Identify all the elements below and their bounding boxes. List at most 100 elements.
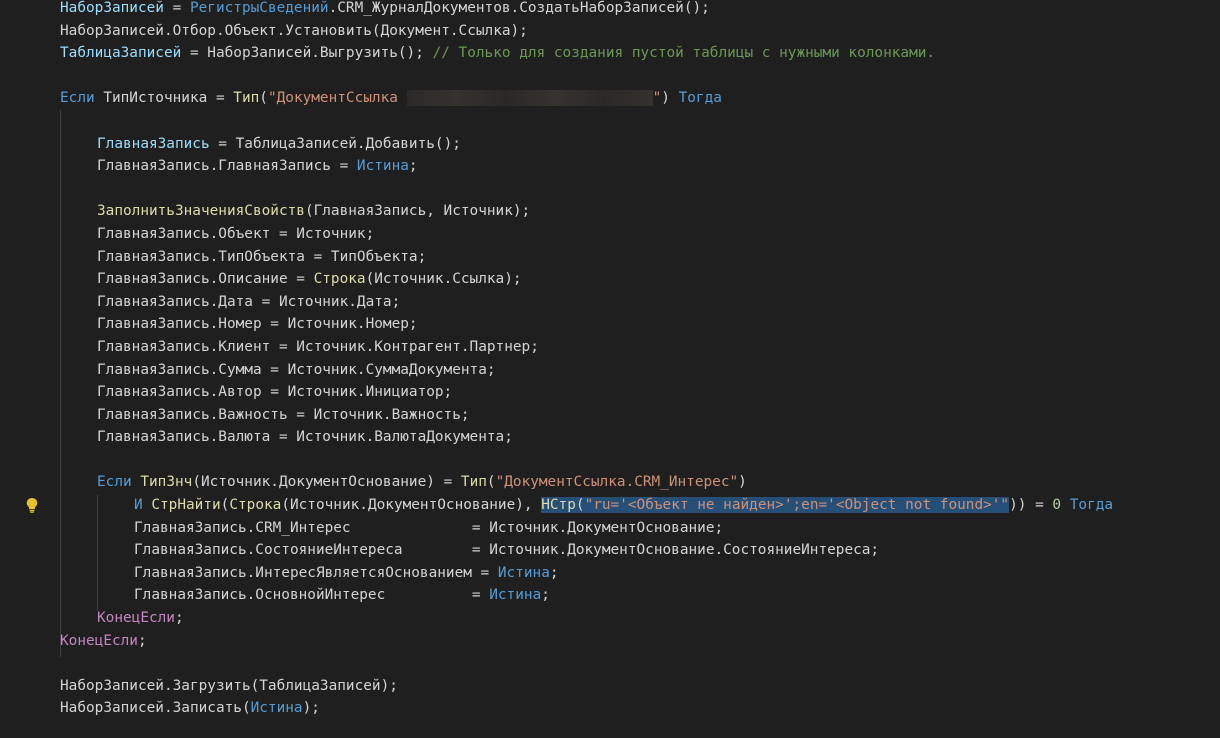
code-token: ГлавнаяЗапись.ОсновнойИнтерес =: [134, 587, 490, 604]
code-token: ГлавнаяЗапись.Автор = Источник.Инициатор…: [97, 384, 453, 401]
code-token: ГлавнаяЗапись.Клиент = Источник.Контраге…: [97, 338, 539, 355]
code-line[interactable]: ГлавнаяЗапись.ИнтересЯвляетсяОснованием …: [60, 562, 1220, 585]
code-token: ГлавнаяЗапись.Номер = Источник.Номер;: [97, 316, 418, 333]
code-line[interactable]: ГлавнаяЗапись.ГлавнаяЗапись = Истина;: [60, 155, 1220, 178]
code-token: ГлавнаяЗапись.СостояниеИнтереса = Источн…: [134, 542, 880, 559]
code-editor[interactable]: НаборЗаписей = РегистрыСведений.CRM_Журн…: [0, 0, 1220, 738]
code-token: =: [163, 0, 190, 16]
code-token: НаборЗаписей: [60, 0, 164, 16]
code-line[interactable]: [60, 65, 1220, 88]
code-token: ): [738, 474, 747, 491]
code-token: И: [134, 497, 143, 514]
code-line[interactable]: ГлавнаяЗапись.Сумма = Источник.СуммаДоку…: [60, 359, 1220, 382]
code-token: (: [259, 90, 268, 107]
code-line[interactable]: ГлавнаяЗапись.ТипОбъекта = ТипОбъекта;: [60, 246, 1220, 269]
code-token: ГлавнаяЗапись.ТипОбъекта = ТипОбъекта;: [97, 248, 427, 265]
code-token: ТипИсточника =: [94, 90, 234, 107]
code-token: );: [302, 700, 320, 717]
selected-token: "ru='<Объект не найден>';en='<Object not…: [584, 497, 1010, 514]
code-line[interactable]: ГлавнаяЗапись.Важность = Источник.Важнос…: [60, 404, 1220, 427]
code-line[interactable]: ГлавнаяЗапись.Клиент = Источник.Контраге…: [60, 336, 1220, 359]
code-line[interactable]: Если ТипИсточника = Тип("ДокументСсылка …: [60, 87, 1220, 110]
code-token: = ТаблицаЗаписей.Добавить();: [209, 135, 461, 152]
code-line[interactable]: ГлавнаяЗапись.Дата = Источник.Дата;: [60, 291, 1220, 314]
code-token: "ДокументСсылка: [267, 90, 407, 107]
code-token: ;: [541, 587, 550, 604]
code-token: НаборЗаписей.Отбор.Объект.Установить(Док…: [60, 22, 528, 39]
code-token: (Источник.ДокументОснование),: [281, 497, 542, 514]
code-token: ): [661, 90, 679, 107]
code-token: ЗаполнитьЗначенияСвойств: [97, 203, 305, 220]
code-token: )) =: [1009, 497, 1053, 514]
code-token: ГлавнаяЗапись.Объект = Источник;: [97, 225, 375, 242]
code-line[interactable]: [60, 449, 1220, 472]
code-area[interactable]: НаборЗаписей = РегистрыСведений.CRM_Журн…: [60, 0, 1220, 720]
code-token: (Источник.ДокументОснование) =: [192, 474, 461, 491]
code-line[interactable]: НаборЗаписей.Записать(Истина);: [60, 697, 1220, 720]
code-token: СтрНайти: [151, 497, 221, 514]
code-token: Истина: [489, 587, 542, 604]
code-token: Если: [97, 474, 132, 491]
code-token: (: [486, 474, 496, 491]
code-token: Истина: [250, 700, 303, 717]
code-token: ГлавнаяЗапись.ИнтересЯвляетсяОснованием …: [134, 564, 498, 581]
code-token: ;: [137, 632, 147, 649]
code-token: ГлавнаяЗапись.Важность = Источник.Важнос…: [97, 406, 470, 423]
code-token: Строка: [229, 497, 282, 514]
code-token: ;: [408, 158, 418, 175]
code-token: ;: [174, 610, 184, 627]
code-line[interactable]: КонецЕсли;: [60, 630, 1220, 653]
code-line[interactable]: [60, 110, 1220, 133]
code-line[interactable]: ГлавнаяЗапись.Валюта = Источник.ВалютаДо…: [60, 426, 1220, 449]
selected-token: (: [575, 497, 585, 514]
code-token: ;: [549, 564, 559, 581]
code-line[interactable]: ТаблицаЗаписей = НаборЗаписей.Выгрузить(…: [60, 42, 1220, 65]
selected-token: НСтр: [541, 497, 576, 514]
code-token: Тип: [233, 90, 260, 107]
code-token: НаборЗаписей.Загрузить(ТаблицаЗаписей);: [60, 677, 398, 694]
redacted-text: [406, 90, 653, 107]
code-token: ТаблицаЗаписей: [60, 45, 182, 62]
code-token: ГлавнаяЗапись.ГлавнаяЗапись =: [97, 158, 357, 175]
code-token: КонецЕсли: [60, 632, 138, 649]
code-token: Истина: [356, 158, 409, 175]
code-line[interactable]: ЗаполнитьЗначенияСвойств(ГлавнаяЗапись, …: [60, 200, 1220, 223]
code-token: ГлавнаяЗапись.CRM_Интерес = Источник.Док…: [134, 519, 724, 536]
code-token: ГлавнаяЗапись.Описание =: [97, 271, 314, 288]
code-token: Строка: [313, 271, 366, 288]
code-token: Тогда: [1069, 497, 1114, 514]
code-token: ГлавнаяЗапись.Валюта = Источник.ВалютаДо…: [97, 429, 513, 446]
code-token: = НаборЗаписей.Выгрузить();: [181, 45, 433, 62]
code-line[interactable]: ГлавнаяЗапись.Номер = Источник.Номер;: [60, 313, 1220, 336]
code-line[interactable]: [60, 178, 1220, 201]
code-token: Если: [60, 90, 95, 107]
code-token: .CRM_ЖурналДокументов.СоздатьНаборЗаписе…: [328, 0, 710, 16]
code-line[interactable]: НаборЗаписей.Отбор.Объект.Установить(Док…: [60, 20, 1220, 43]
code-line[interactable]: ГлавнаяЗапись = ТаблицаЗаписей.Добавить(…: [60, 133, 1220, 156]
code-line[interactable]: КонецЕсли;: [60, 607, 1220, 630]
code-line[interactable]: ГлавнаяЗапись.Автор = Источник.Инициатор…: [60, 381, 1220, 404]
code-line[interactable]: ГлавнаяЗапись.CRM_Интерес = Источник.Док…: [60, 517, 1220, 540]
lightbulb-icon[interactable]: [25, 497, 39, 513]
code-token: ГлавнаяЗапись.Сумма = Источник.СуммаДоку…: [97, 361, 496, 378]
code-line[interactable]: [60, 652, 1220, 675]
code-token: ГлавнаяЗапись.Дата = Источник.Дата;: [97, 293, 401, 310]
code-line[interactable]: НаборЗаписей.Загрузить(ТаблицаЗаписей);: [60, 675, 1220, 698]
code-token: КонецЕсли: [97, 610, 175, 627]
code-line[interactable]: ГлавнаяЗапись.Описание = Строка(Источник…: [60, 268, 1220, 291]
code-line[interactable]: ГлавнаяЗапись.Объект = Источник;: [60, 223, 1220, 246]
code-line[interactable]: Если ТипЗнч(Источник.ДокументОснование) …: [60, 471, 1220, 494]
code-line[interactable]: ГлавнаяЗапись.СостояниеИнтереса = Источн…: [60, 539, 1220, 562]
code-token: 0: [1052, 497, 1062, 514]
code-line[interactable]: ГлавнаяЗапись.ОсновнойИнтерес = Истина;: [60, 584, 1220, 607]
code-token: Тип: [460, 474, 487, 491]
code-line[interactable]: НаборЗаписей = РегистрыСведений.CRM_Журн…: [60, 0, 1220, 20]
code-line[interactable]: И СтрНайти ( Строка(Источник.ДокументОснов…: [60, 494, 1220, 517]
code-token: // Только для создания пустой таблицы с …: [432, 45, 936, 62]
code-token: НаборЗаписей.Записать(: [60, 700, 251, 717]
code-token: ГлавнаяЗапись: [97, 135, 210, 152]
code-token: РегистрыСведений: [189, 0, 329, 16]
code-token: "ДокументСсылка.CRM_Интерес": [495, 474, 739, 491]
code-token: Тогда: [678, 90, 722, 107]
